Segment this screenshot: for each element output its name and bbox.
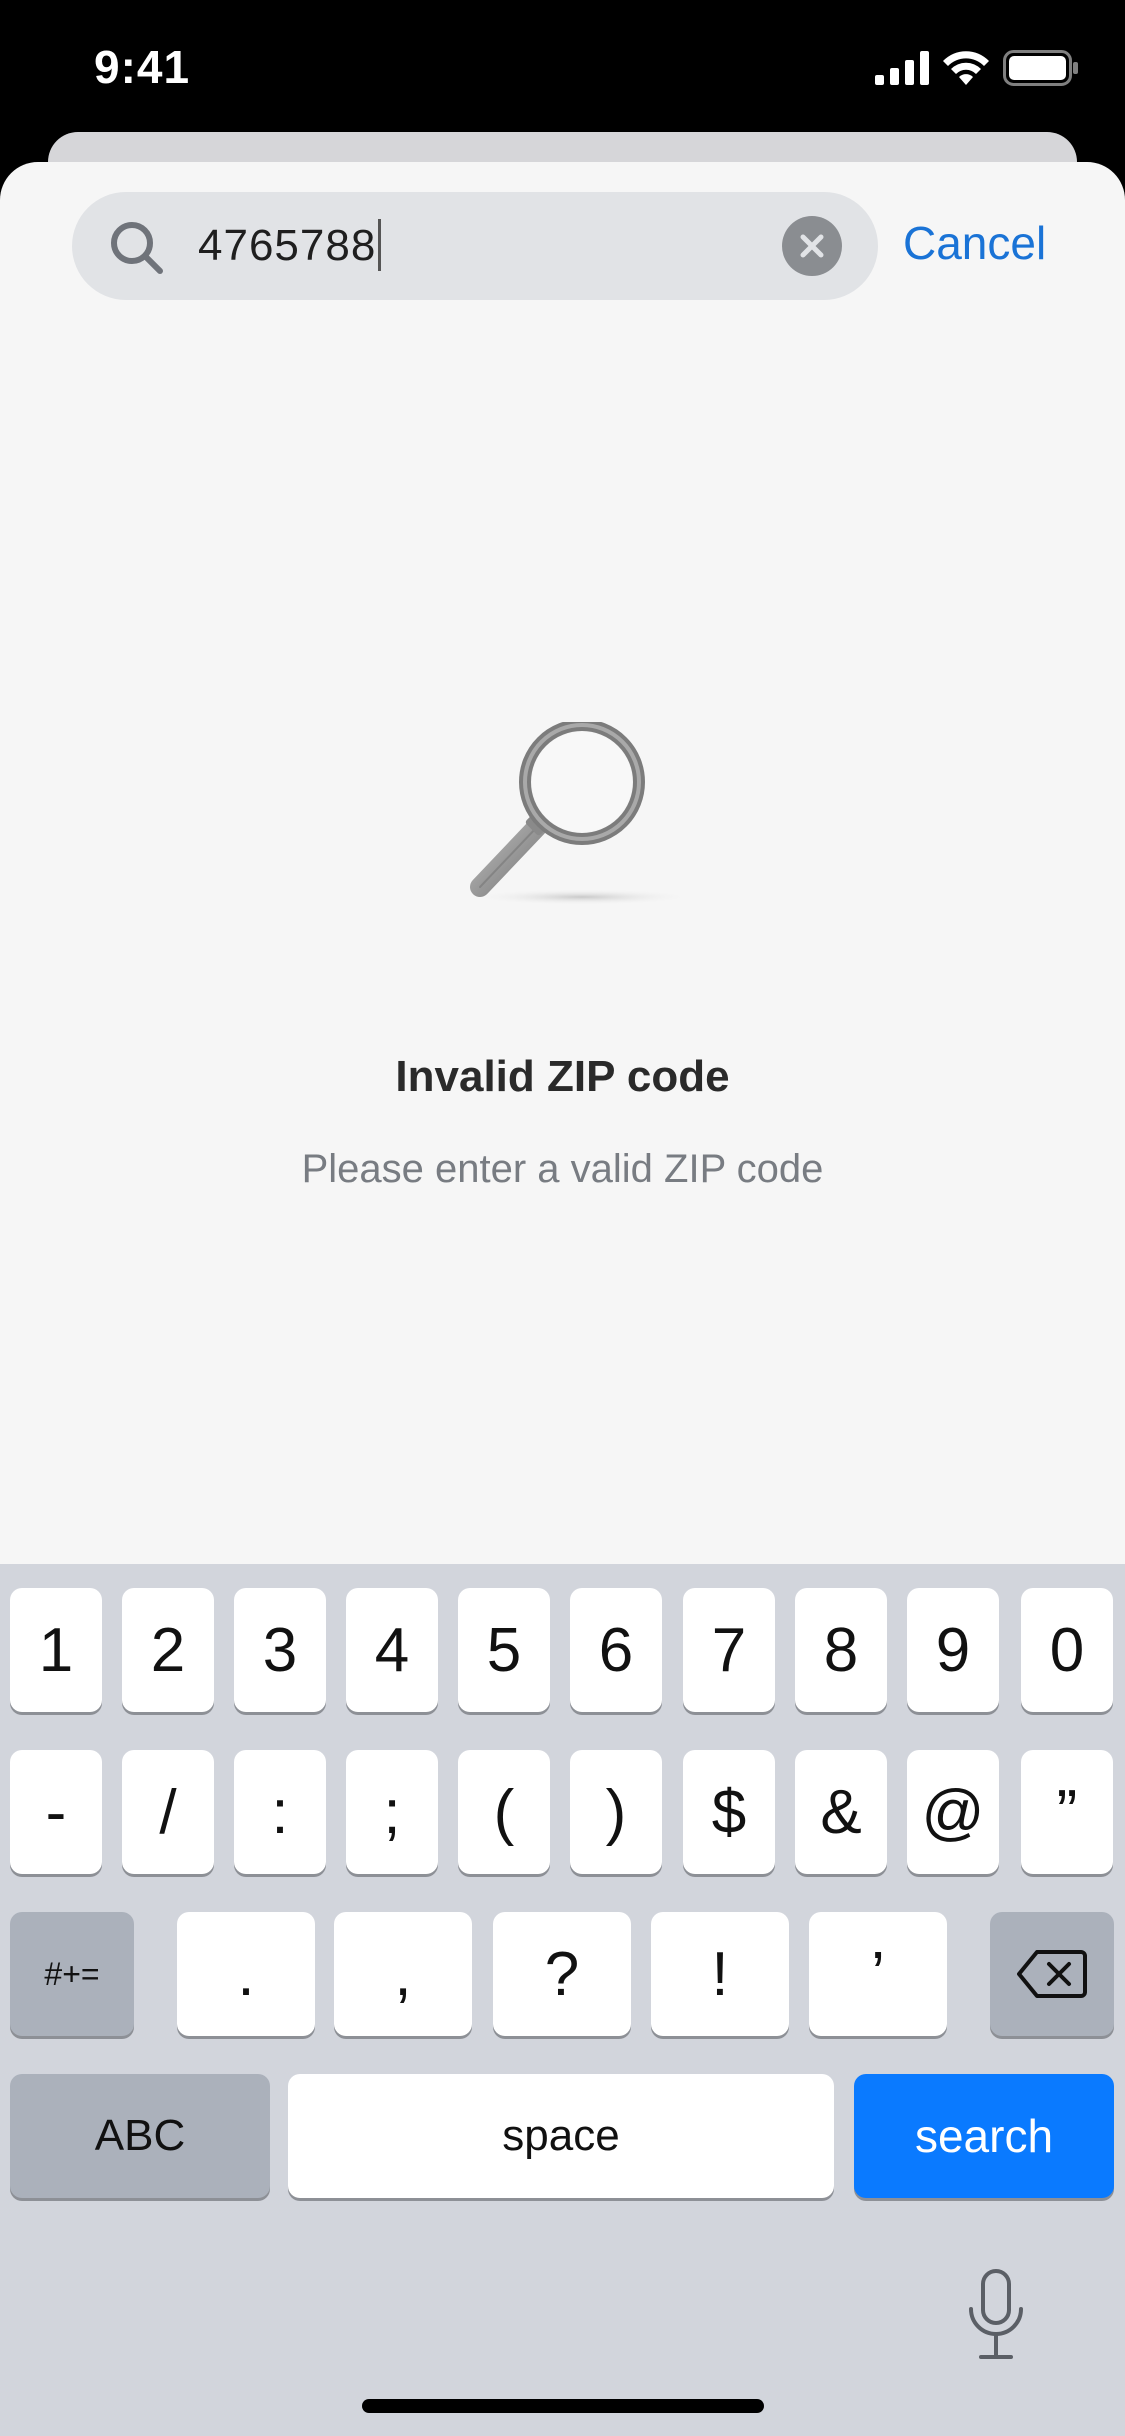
keyboard: 1 2 3 4 5 6 7 8 9 0 - / : ; ( ) $ & @ ” …	[0, 1564, 1125, 2436]
status-bar: 9:41	[0, 0, 1125, 132]
key-abc[interactable]: ABC	[10, 2074, 270, 2198]
key-3[interactable]: 3	[234, 1588, 326, 1712]
key-comma[interactable]: ,	[334, 1912, 472, 2036]
status-time: 9:41	[94, 41, 191, 93]
status-icons	[875, 50, 1079, 86]
text-caret	[378, 219, 382, 272]
key-delete[interactable]	[990, 1912, 1114, 2036]
search-icon	[111, 222, 163, 274]
key-search[interactable]: search	[854, 2074, 1114, 2198]
key-ampersand[interactable]: &	[795, 1750, 887, 1874]
wifi-icon	[943, 51, 989, 85]
key-5[interactable]: 5	[458, 1588, 550, 1712]
key-colon[interactable]: :	[234, 1750, 326, 1874]
microphone-icon[interactable]	[965, 2269, 1027, 2361]
key-close-paren[interactable]: )	[570, 1750, 662, 1874]
key-semicolon[interactable]: ;	[346, 1750, 438, 1874]
search-input[interactable]: 4765788	[198, 217, 382, 275]
delete-icon	[1017, 1950, 1087, 1998]
home-indicator[interactable]	[362, 2399, 764, 2413]
key-dollar[interactable]: $	[683, 1750, 775, 1874]
key-at[interactable]: @	[907, 1750, 999, 1874]
magnifying-glass-icon	[470, 722, 692, 905]
key-hyphen[interactable]: -	[10, 1750, 102, 1874]
key-0[interactable]: 0	[1021, 1588, 1113, 1712]
key-exclamation[interactable]: !	[651, 1912, 789, 2036]
empty-state-subtitle: Please enter a valid ZIP code	[301, 1147, 824, 1191]
key-6[interactable]: 6	[570, 1588, 662, 1712]
key-symbols-toggle[interactable]: #+=	[10, 1912, 134, 2036]
key-slash[interactable]: /	[122, 1750, 214, 1874]
search-input-value: 4765788	[198, 221, 377, 270]
key-quote[interactable]: ”	[1021, 1750, 1113, 1874]
key-8[interactable]: 8	[795, 1588, 887, 1712]
cancel-button[interactable]: Cancel	[903, 216, 1046, 270]
clear-icon	[800, 234, 824, 258]
key-4[interactable]: 4	[346, 1588, 438, 1712]
key-question[interactable]: ?	[493, 1912, 631, 2036]
key-9[interactable]: 9	[907, 1588, 999, 1712]
key-1[interactable]: 1	[10, 1588, 102, 1712]
key-2[interactable]: 2	[122, 1588, 214, 1712]
key-period[interactable]: .	[177, 1912, 315, 2036]
key-space[interactable]: space	[288, 2074, 834, 2198]
signal-icon	[875, 51, 929, 85]
empty-state-title: Invalid ZIP code	[395, 1052, 730, 1101]
key-open-paren[interactable]: (	[458, 1750, 550, 1874]
key-7[interactable]: 7	[683, 1588, 775, 1712]
key-apostrophe[interactable]: ’	[809, 1912, 947, 2036]
battery-icon	[1003, 50, 1078, 86]
clear-button[interactable]	[782, 216, 842, 276]
search-field[interactable]: 4765788	[72, 192, 878, 300]
